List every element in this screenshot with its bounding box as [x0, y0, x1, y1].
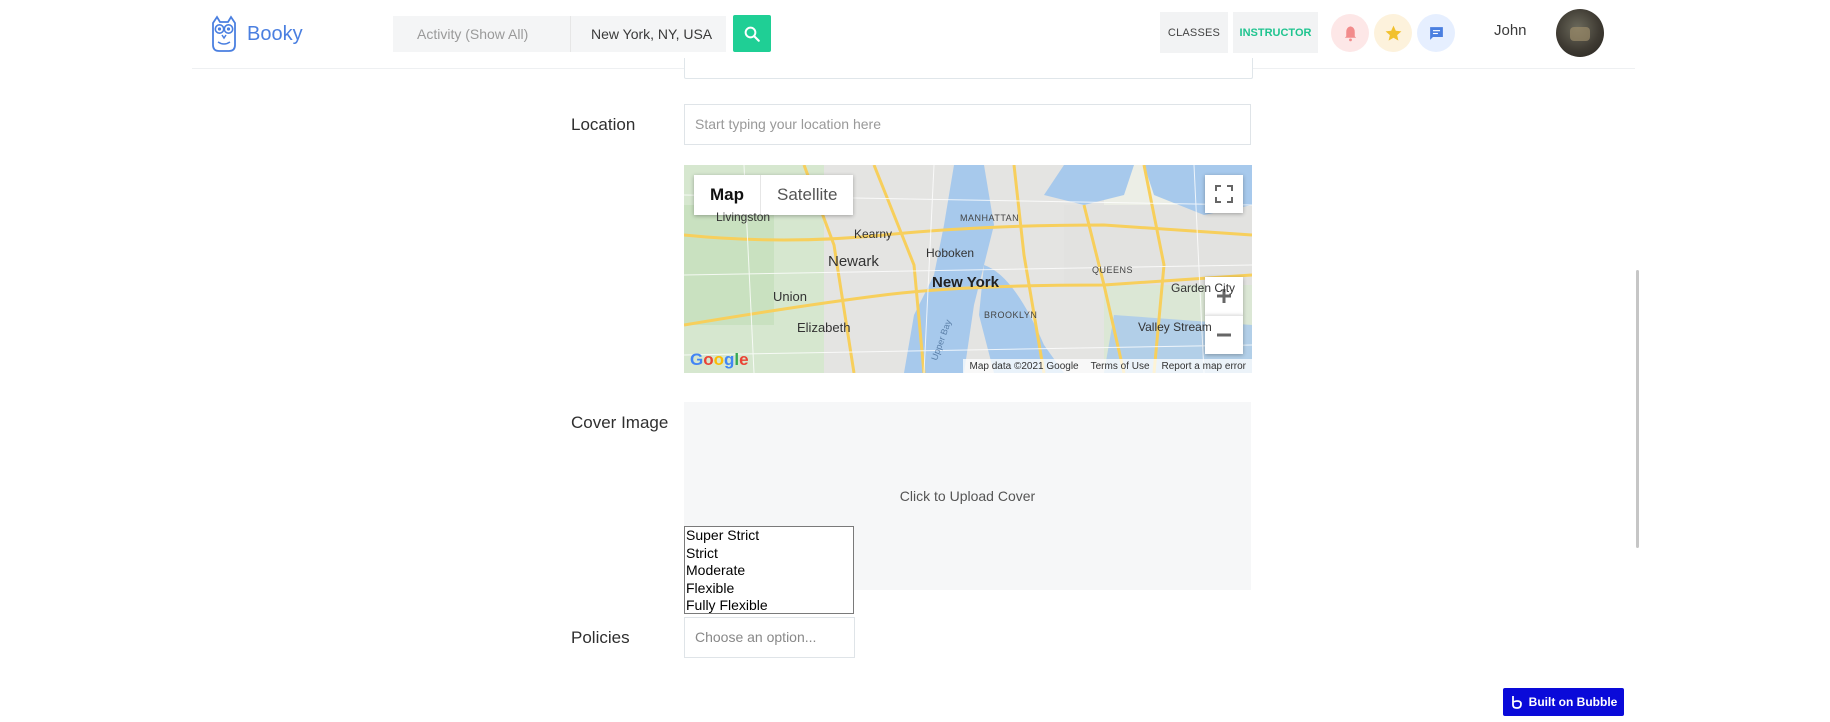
location-label: Location [571, 115, 636, 134]
map-label-manhattan: MANHATTAN [960, 213, 1020, 223]
map-label-valley-stream: Valley Stream [1138, 320, 1212, 334]
map-type-map-button[interactable]: Map [694, 175, 761, 215]
policies-select[interactable]: Choose an option... [684, 617, 855, 658]
map-label-queens: QUEENS [1092, 265, 1134, 275]
bubble-logo-icon [1511, 696, 1522, 709]
map-type-satellite-button[interactable]: Satellite [761, 175, 853, 215]
map-label-new-york: New York [932, 274, 999, 291]
scrollbar-thumb[interactable] [1636, 270, 1639, 548]
terms-of-use-link[interactable]: Terms of Use [1091, 361, 1150, 372]
map-label-brooklyn: BROOKLYN [984, 310, 1038, 320]
policy-option[interactable]: Moderate [685, 562, 853, 580]
cover-image-label: Cover Image [571, 413, 669, 432]
policies-options-list: Super Strict Strict Moderate Flexible Fu… [684, 526, 854, 614]
search-icon [744, 26, 760, 42]
minus-icon [1217, 333, 1231, 337]
fullscreen-button[interactable] [1205, 175, 1243, 213]
map-label-newark: Newark [828, 253, 879, 270]
policy-option[interactable]: Fully Flexible [685, 597, 853, 615]
location-search-input[interactable]: New York, NY, USA [570, 16, 726, 52]
favorites-button[interactable] [1374, 14, 1412, 52]
nav-instructor-button[interactable]: INSTRUCTOR [1233, 12, 1318, 53]
map-label-hoboken: Hoboken [926, 246, 975, 260]
built-on-bubble-badge[interactable]: Built on Bubble [1503, 688, 1624, 716]
messages-button[interactable] [1417, 14, 1455, 52]
map-data-text: Map data ©2021 Google [969, 360, 1079, 372]
previous-field-bottom[interactable] [684, 58, 1253, 79]
avatar[interactable] [1556, 9, 1604, 57]
chat-icon [1429, 26, 1443, 40]
location-map[interactable]: Map Satellite Livingston MANHATTAN Kearn… [684, 165, 1252, 373]
map-label-union: Union [773, 289, 807, 304]
search-button[interactable] [733, 15, 771, 52]
bubble-badge-label: Built on Bubble [1528, 695, 1618, 709]
cover-upload-text: Click to Upload Cover [899, 488, 1036, 504]
brand-name: Booky [247, 22, 303, 45]
google-logo: Google [690, 350, 749, 369]
policy-option[interactable]: Strict [685, 545, 853, 563]
notifications-button[interactable] [1331, 14, 1369, 52]
bell-icon [1344, 25, 1356, 41]
map-label-kearny: Kearny [854, 227, 893, 241]
activity-search-input[interactable]: Activity (Show All) [393, 16, 570, 52]
map-label-livingston: Livingston [716, 210, 771, 224]
map-type-control: Map Satellite [694, 175, 854, 215]
report-map-error-link[interactable]: Report a map error [1162, 361, 1246, 372]
map-attribution: Map data ©2021 Google Terms of Use Repor… [963, 359, 1252, 373]
policy-option[interactable]: Flexible [685, 580, 853, 598]
policies-label: Policies [571, 628, 630, 647]
logo[interactable]: Booky [209, 14, 319, 54]
nav-classes-button[interactable]: CLASSES [1160, 12, 1228, 53]
star-icon [1385, 25, 1401, 41]
policy-option[interactable]: Super Strict [685, 527, 853, 545]
fullscreen-icon [1215, 185, 1233, 203]
location-input[interactable]: Start typing your location here [684, 104, 1251, 145]
owl-logo-icon [212, 15, 236, 52]
map-label-elizabeth: Elizabeth [797, 320, 851, 335]
map-label-garden-city: Garden City [1171, 281, 1236, 295]
user-name[interactable]: John [1494, 22, 1527, 39]
